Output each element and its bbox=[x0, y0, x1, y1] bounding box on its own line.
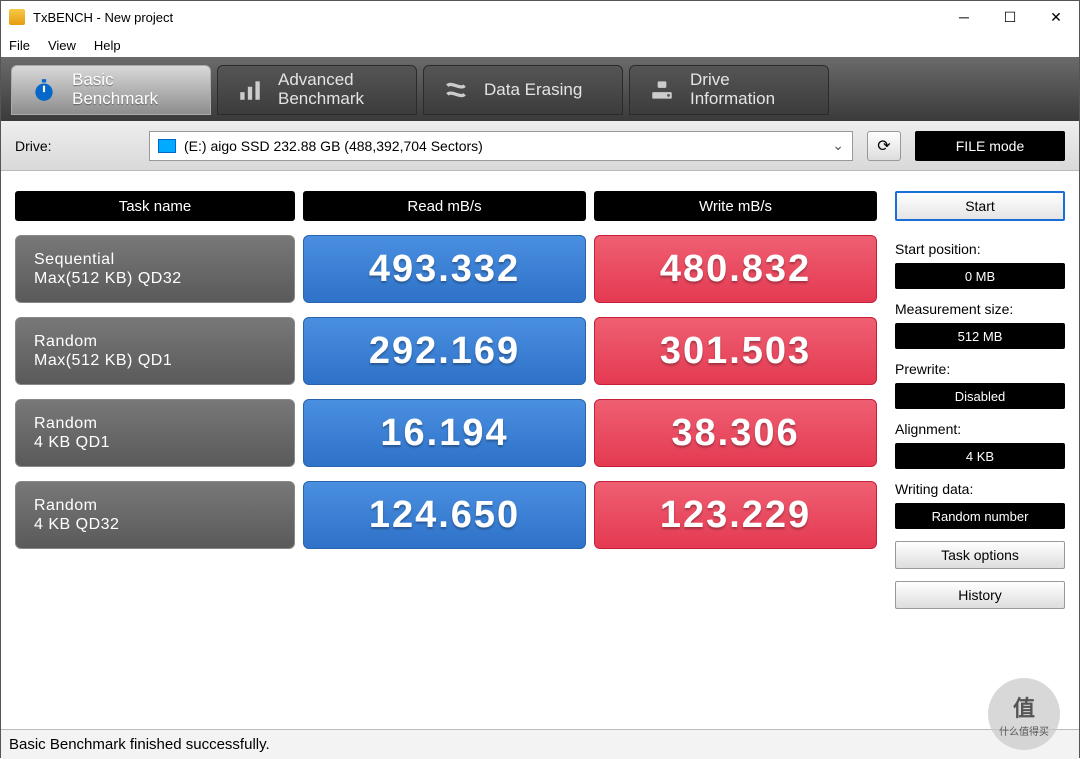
tab-drive-information[interactable]: DriveInformation bbox=[629, 65, 829, 115]
close-button[interactable]: ✕ bbox=[1033, 1, 1079, 33]
refresh-button[interactable]: ⟳ bbox=[867, 131, 901, 161]
menu-view[interactable]: View bbox=[48, 38, 76, 53]
bench-row: Random 4 KB QD1 16.194 38.306 bbox=[15, 399, 877, 467]
drive-icon bbox=[158, 139, 176, 153]
maximize-button[interactable]: ☐ bbox=[987, 1, 1033, 33]
chevron-down-icon: ⌄ bbox=[832, 137, 844, 154]
start-position-label: Start position: bbox=[895, 241, 1065, 257]
titlebar: TxBENCH - New project ─ ☐ ✕ bbox=[1, 1, 1079, 33]
menu-help[interactable]: Help bbox=[94, 38, 121, 53]
read-value: 16.194 bbox=[303, 399, 586, 467]
tab-data-erasing[interactable]: Data Erasing bbox=[423, 65, 623, 115]
drive-selected-text: (E:) aigo SSD 232.88 GB (488,392,704 Sec… bbox=[184, 138, 483, 154]
drive-row: Drive: (E:) aigo SSD 232.88 GB (488,392,… bbox=[1, 121, 1079, 171]
write-value: 123.229 bbox=[594, 481, 877, 549]
minimize-button[interactable]: ─ bbox=[941, 1, 987, 33]
read-value: 493.332 bbox=[303, 235, 586, 303]
menubar: File View Help bbox=[1, 33, 1079, 57]
write-value: 480.832 bbox=[594, 235, 877, 303]
header-write: Write mB/s bbox=[594, 191, 877, 221]
writing-data-value[interactable]: Random number bbox=[895, 503, 1065, 529]
tab-basic-benchmark[interactable]: BasicBenchmark bbox=[11, 65, 211, 115]
menu-file[interactable]: File bbox=[9, 38, 30, 53]
bars-icon bbox=[236, 76, 264, 104]
watermark: 值 什么值得买 bbox=[988, 678, 1060, 750]
erase-icon bbox=[442, 76, 470, 104]
stopwatch-icon bbox=[30, 76, 58, 104]
task-random-512k-qd1[interactable]: Random Max(512 KB) QD1 bbox=[15, 317, 295, 385]
bench-row: Sequential Max(512 KB) QD32 493.332 480.… bbox=[15, 235, 877, 303]
read-value: 124.650 bbox=[303, 481, 586, 549]
start-button[interactable]: Start bbox=[895, 191, 1065, 221]
measurement-size-value[interactable]: 512 MB bbox=[895, 323, 1065, 349]
settings-panel: Start Start position: 0 MB Measurement s… bbox=[895, 191, 1065, 721]
start-position-value[interactable]: 0 MB bbox=[895, 263, 1065, 289]
file-mode-button[interactable]: FILE mode bbox=[915, 131, 1065, 161]
task-random-4k-qd1[interactable]: Random 4 KB QD1 bbox=[15, 399, 295, 467]
prewrite-value[interactable]: Disabled bbox=[895, 383, 1065, 409]
write-value: 301.503 bbox=[594, 317, 877, 385]
app-icon bbox=[9, 9, 25, 25]
results-panel: Task name Read mB/s Write mB/s Sequentia… bbox=[15, 191, 877, 721]
tab-strip: BasicBenchmark AdvancedBenchmark Data Er… bbox=[1, 57, 1079, 121]
measurement-size-label: Measurement size: bbox=[895, 301, 1065, 317]
tab-advanced-benchmark[interactable]: AdvancedBenchmark bbox=[217, 65, 417, 115]
alignment-label: Alignment: bbox=[895, 421, 1065, 437]
history-button[interactable]: History bbox=[895, 581, 1065, 609]
bench-row: Random 4 KB QD32 124.650 123.229 bbox=[15, 481, 877, 549]
read-value: 292.169 bbox=[303, 317, 586, 385]
window-title: TxBENCH - New project bbox=[33, 10, 941, 25]
drive-info-icon bbox=[648, 76, 676, 104]
drive-select[interactable]: (E:) aigo SSD 232.88 GB (488,392,704 Sec… bbox=[149, 131, 853, 161]
alignment-value[interactable]: 4 KB bbox=[895, 443, 1065, 469]
drive-label: Drive: bbox=[15, 138, 135, 154]
write-value: 38.306 bbox=[594, 399, 877, 467]
status-bar: Basic Benchmark finished successfully. bbox=[1, 729, 1079, 759]
header-task: Task name bbox=[15, 191, 295, 221]
task-options-button[interactable]: Task options bbox=[895, 541, 1065, 569]
prewrite-label: Prewrite: bbox=[895, 361, 1065, 377]
task-random-4k-qd32[interactable]: Random 4 KB QD32 bbox=[15, 481, 295, 549]
refresh-icon: ⟳ bbox=[877, 136, 890, 156]
task-sequential-qd32[interactable]: Sequential Max(512 KB) QD32 bbox=[15, 235, 295, 303]
writing-data-label: Writing data: bbox=[895, 481, 1065, 497]
header-read: Read mB/s bbox=[303, 191, 586, 221]
bench-row: Random Max(512 KB) QD1 292.169 301.503 bbox=[15, 317, 877, 385]
